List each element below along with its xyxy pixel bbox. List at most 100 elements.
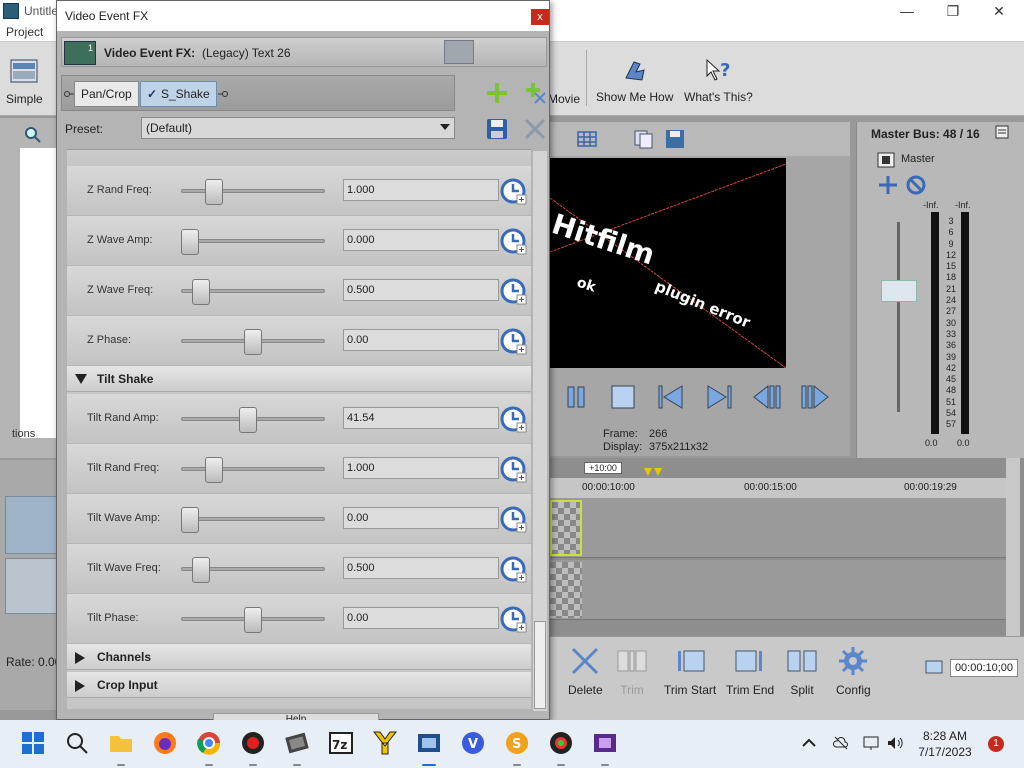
app-close-button[interactable]: ✕: [976, 0, 1022, 22]
grid-icon[interactable]: [576, 130, 598, 148]
whats-this-button[interactable]: ? What's This?: [684, 56, 753, 104]
ymusic-icon[interactable]: [372, 730, 398, 756]
animate-keyframe-icon[interactable]: [499, 505, 527, 533]
stock-app-icon[interactable]: S: [504, 730, 530, 756]
dialog-close-button[interactable]: x: [531, 9, 549, 25]
firefox-icon[interactable]: [152, 730, 178, 756]
search-icon[interactable]: [64, 730, 90, 756]
slider-knob[interactable]: [192, 279, 211, 305]
animate-keyframe-icon[interactable]: [499, 177, 527, 205]
chain-pan-crop-button[interactable]: Pan/Crop: [74, 81, 139, 107]
param-value-field[interactable]: 0.500: [343, 279, 499, 301]
chevron-up-icon[interactable]: [800, 734, 818, 752]
stop-icon[interactable]: [608, 382, 638, 412]
make-movie-button[interactable]: Movie: [544, 58, 584, 106]
delete-preset-icon[interactable]: [523, 117, 547, 141]
slider-knob[interactable]: [204, 457, 223, 483]
dialog-titlebar[interactable]: Video Event FX x: [57, 1, 549, 31]
slider-knob[interactable]: [204, 179, 223, 205]
animate-keyframe-icon[interactable]: [499, 555, 527, 583]
chain-s-shake-button[interactable]: ✓ S_Shake: [140, 81, 217, 107]
trim-start-button[interactable]: Trim Start: [664, 645, 716, 697]
crop-input-section[interactable]: Crop Input: [67, 672, 531, 698]
param-value-field[interactable]: 0.500: [343, 557, 499, 579]
param-value-field[interactable]: 41.54: [343, 407, 499, 429]
video-preview-screen[interactable]: Hitfilm plugin error ok: [550, 158, 786, 368]
add-plugin-icon[interactable]: [485, 81, 509, 105]
params-scrollbar[interactable]: [533, 151, 547, 711]
trim-end-button[interactable]: Trim End: [726, 645, 774, 697]
master-fader-knob[interactable]: [881, 280, 917, 302]
param-slider[interactable]: [181, 457, 325, 483]
restore-button[interactable]: ❐: [930, 0, 976, 22]
go-to-start-icon[interactable]: [656, 382, 686, 412]
preset-dropdown[interactable]: (Default): [141, 117, 455, 139]
config-button[interactable]: Config: [836, 645, 871, 697]
param-value-field[interactable]: 1.000: [343, 179, 499, 201]
next-frame-icon[interactable]: [800, 382, 830, 412]
system-clock[interactable]: 8:28 AM 7/17/2023: [908, 728, 982, 760]
start-icon[interactable]: [20, 730, 46, 756]
network-icon[interactable]: [862, 734, 880, 752]
param-value-field[interactable]: 1.000: [343, 457, 499, 479]
timeline-vertical-scrollbar[interactable]: [1006, 458, 1020, 638]
slider-knob[interactable]: [238, 407, 257, 433]
param-value-field[interactable]: 0.00: [343, 329, 499, 351]
7zip-icon[interactable]: 7z: [328, 730, 354, 756]
slider-knob[interactable]: [181, 229, 199, 255]
animate-keyframe-icon[interactable]: [499, 277, 527, 305]
vegas-pro-icon[interactable]: [416, 730, 442, 756]
color-app-icon[interactable]: [548, 730, 574, 756]
param-value-field[interactable]: 0.000: [343, 229, 499, 251]
slider-knob[interactable]: [244, 607, 262, 633]
param-slider[interactable]: [181, 229, 325, 255]
param-slider[interactable]: [181, 607, 325, 633]
simple-button[interactable]: Simple: [6, 58, 43, 106]
bus-properties-icon[interactable]: [995, 125, 1009, 139]
video-clip-2[interactable]: [550, 562, 582, 618]
split-button[interactable]: Split: [786, 645, 818, 697]
trim-button[interactable]: Trim: [616, 645, 648, 697]
pause-icon[interactable]: [562, 382, 592, 412]
param-slider[interactable]: [181, 407, 325, 433]
menu-project[interactable]: Project: [6, 25, 43, 39]
video-clip[interactable]: [550, 500, 582, 556]
explorer-tree[interactable]: [20, 148, 60, 438]
screen-recorder-icon[interactable]: [240, 730, 266, 756]
go-to-end-icon[interactable]: [704, 382, 734, 412]
video-track-header[interactable]: [5, 496, 57, 554]
slider-knob[interactable]: [192, 557, 211, 583]
save-snapshot-icon[interactable]: [664, 128, 686, 150]
fx-chain-toggle[interactable]: [444, 40, 474, 64]
delete-button[interactable]: Delete: [568, 645, 603, 697]
remove-plugin-icon[interactable]: [523, 81, 547, 105]
copy-snapshot-icon[interactable]: [632, 128, 654, 150]
param-value-field[interactable]: 0.00: [343, 607, 499, 629]
video-track-header-2[interactable]: [5, 558, 57, 614]
timeline-track-1[interactable]: [550, 498, 1008, 558]
marker-icon[interactable]: [644, 468, 664, 476]
param-slider[interactable]: [181, 507, 325, 533]
animate-keyframe-icon[interactable]: [499, 327, 527, 355]
film-app-icon[interactable]: [592, 730, 618, 756]
animate-keyframe-icon[interactable]: [499, 227, 527, 255]
volume-icon[interactable]: [886, 734, 904, 752]
cursor-time-display[interactable]: 00:00:10;00: [950, 659, 1018, 677]
search-icon[interactable]: [24, 126, 42, 144]
param-value-field[interactable]: 0.00: [343, 507, 499, 529]
chrome-icon[interactable]: [196, 730, 222, 756]
animate-keyframe-icon[interactable]: [499, 605, 527, 633]
file-explorer-icon[interactable]: [108, 730, 134, 756]
channels-section[interactable]: Channels: [67, 644, 531, 670]
bypass-fx-icon[interactable]: [905, 174, 927, 196]
animate-keyframe-icon[interactable]: [499, 455, 527, 483]
save-preset-icon[interactable]: [485, 117, 509, 141]
tilt-shake-section[interactable]: Tilt Shake: [67, 366, 531, 392]
param-slider[interactable]: [181, 179, 325, 205]
insert-fx-icon[interactable]: [877, 174, 899, 196]
minimize-button[interactable]: —: [884, 0, 930, 22]
video-editor-icon[interactable]: [284, 730, 310, 756]
vegas-app-icon[interactable]: V: [460, 730, 486, 756]
notification-badge[interactable]: 1: [988, 736, 1004, 752]
show-me-how-button[interactable]: Show Me How: [596, 56, 673, 104]
